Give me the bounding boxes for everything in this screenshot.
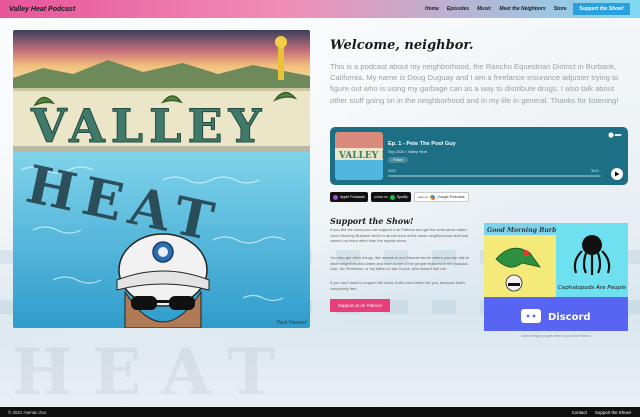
cover-art-illustration: VALLEY HEAT Paul Hanser [13,30,310,328]
site-brand[interactable]: Valley Heat Podcast [9,6,75,13]
badge-top: LISTEN ON [373,195,388,199]
podcast-cover-art: VALLEY HEAT Paul Hanser [13,30,310,328]
copyright-text: © 2021 Human Zoo [8,409,47,415]
progress-bar[interactable] [388,175,601,177]
apple-podcasts-icon [333,194,338,200]
follow-button[interactable]: Follow [388,157,408,163]
support-paragraph-3: If you don't want to support the show, t… [330,280,466,291]
promo-caption: Some things you get when you do the Patr… [521,334,591,338]
nav-episodes[interactable]: Episodes [447,6,469,12]
time-total: 35:00 [591,169,599,173]
cover-art-title-top: VALLEY [30,99,267,153]
apple-podcasts-badge[interactable]: Apple Podcasts [330,192,368,202]
google-podcasts-badge[interactable]: Listen on Google Podcasts [413,192,469,202]
welcome-heading: Welcome, neighbor. [330,38,474,53]
badge-label: Apple Podcasts [340,195,365,199]
support-heading: Support the Show! [330,216,414,226]
episode-artwork: VALLEY HEAT [335,132,383,180]
site-footer: © 2021 Human Zoo Contact Support the Sho… [0,407,640,417]
google-podcasts-icon [430,194,436,200]
footer-links: Contact Support the Show! [572,407,631,417]
support-paragraph-1: If you like the show you can support it … [330,227,469,244]
nav-home[interactable]: Home [425,6,439,12]
support-paragraph-2: You also get other things, like access t… [330,255,469,272]
footer-support-link[interactable]: Support the Show! [595,410,631,415]
podcast-platform-badges: Apple Podcasts LISTEN ON Spotify Listen … [330,192,469,202]
patreon-perks-collage: Good Morning Burbank Cephalopods Are Peo… [484,223,628,331]
discord-icon [521,309,541,323]
spotify-icon [389,194,395,200]
episode-title[interactable]: Ep. 1 - Pete The Pool Guy [388,141,456,147]
svg-text:VALLEY HEAT: VALLEY HEAT [338,151,383,161]
time-elapsed: 00:00 [388,169,396,173]
spotify-icon[interactable] [608,132,622,138]
spotify-episode-player[interactable]: VALLEY HEAT Ep. 1 - Pete The Pool Guy Se… [330,127,628,185]
episode-meta: Sep 2020 • Valley Heat [388,150,427,154]
nav-store[interactable]: Store [554,6,567,12]
badge-label: Google Podcasts [437,195,465,199]
badge-top: Listen on [417,195,429,199]
cephalopods-are-people-title: Cephalopods Are People [558,285,627,291]
artist-signature: Paul Hanser [277,320,308,326]
footer-contact-link[interactable]: Contact [572,410,587,415]
top-navigation-bar: Valley Heat Podcast Home Episodes Music … [0,0,640,18]
play-icon [615,171,620,177]
welcome-body: This is a podcast about my neighborhood,… [330,62,619,105]
nav-meet-the-neighbors[interactable]: Meet the Neighbors [499,6,545,12]
support-the-show-button[interactable]: Support the Show! [573,3,630,15]
play-button[interactable] [611,168,623,180]
patreon-button[interactable]: Support us on Patreon [330,299,390,312]
discord-title: Discord [548,312,591,323]
main-nav: Home Episodes Music Meet the Neighbors S… [425,0,575,18]
badge-label: Spotify [396,195,408,199]
background-watermark: HEAT [12,335,296,410]
spotify-badge[interactable]: LISTEN ON Spotify [370,192,411,202]
nav-music[interactable]: Music [477,6,491,12]
